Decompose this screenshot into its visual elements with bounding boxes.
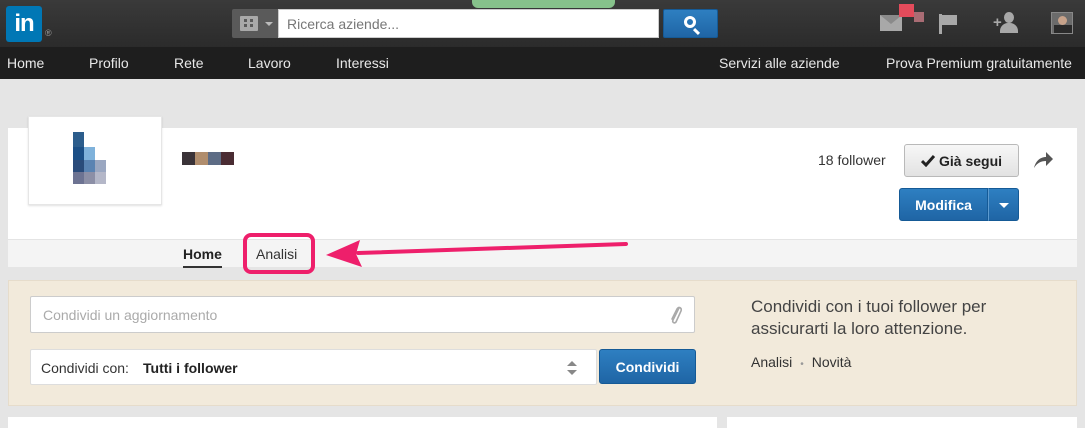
select-arrows-icon	[567, 361, 577, 375]
chevron-down-icon	[265, 22, 273, 26]
annotation-highlight-box	[243, 233, 315, 274]
side-panel	[727, 417, 1077, 428]
flag-icon[interactable]	[937, 14, 959, 34]
share-audience-value: Tutti i follower	[143, 360, 238, 376]
user-avatar[interactable]	[1051, 12, 1073, 34]
share-update-panel: Condividi con: Tutti i follower Condivid…	[8, 280, 1077, 406]
main-nav: Home Profilo Rete Lavoro Interessi Servi…	[0, 47, 1085, 79]
edit-dropdown-button[interactable]	[988, 188, 1019, 221]
tab-home[interactable]: Home	[183, 246, 222, 268]
edit-button[interactable]: Modifica	[899, 188, 988, 221]
company-logo	[28, 116, 162, 205]
nav-item-home[interactable]: Home	[7, 55, 44, 71]
link-analisi[interactable]: Analisi	[751, 354, 792, 370]
search-input[interactable]	[278, 9, 659, 38]
notification-badge-shadow	[914, 12, 924, 22]
share-update-input[interactable]	[30, 296, 695, 333]
follower-count: 18 follower	[818, 152, 886, 168]
link-novita[interactable]: Novità	[812, 354, 852, 370]
share-icon[interactable]	[1032, 150, 1054, 170]
search-button[interactable]	[663, 9, 718, 38]
following-button-label: Già segui	[939, 152, 1003, 169]
add-connection-icon[interactable]: +	[993, 12, 1019, 34]
nav-item-lavoro[interactable]: Lavoro	[248, 55, 291, 71]
separator-dot: •	[800, 359, 804, 370]
linkedin-logo[interactable]: in	[6, 6, 42, 42]
notification-strip	[472, 0, 615, 8]
check-icon	[921, 155, 935, 167]
nav-item-premium[interactable]: Prova Premium gratuitamente	[886, 55, 1072, 71]
share-tip-links: Analisi • Novità	[751, 354, 851, 370]
company-building-icon	[240, 16, 258, 31]
nav-item-business-services[interactable]: Servizi alle aziende	[719, 55, 840, 71]
share-button[interactable]: Condividi	[599, 349, 696, 384]
notification-badge	[899, 4, 914, 17]
share-audience-select[interactable]: Condividi con: Tutti i follower	[30, 349, 597, 385]
search-icon	[684, 16, 696, 28]
nav-item-profilo[interactable]: Profilo	[89, 55, 129, 71]
paperclip-icon[interactable]	[668, 303, 684, 327]
following-button[interactable]: Già segui	[904, 144, 1019, 177]
share-tip-text: Condividi con i tuoi follower per assicu…	[751, 297, 987, 338]
nav-item-interessi[interactable]: Interessi	[336, 55, 389, 71]
nav-item-rete[interactable]: Rete	[174, 55, 204, 71]
annotation-arrow	[326, 240, 628, 267]
company-name-redacted	[182, 152, 234, 165]
share-audience-label: Condividi con:	[41, 360, 129, 376]
feed-panel	[8, 417, 717, 428]
search-category-selector[interactable]	[232, 9, 278, 38]
messages-icon[interactable]	[880, 15, 902, 31]
registered-mark: ®	[45, 28, 52, 38]
top-bar: in ® +	[0, 0, 1085, 47]
